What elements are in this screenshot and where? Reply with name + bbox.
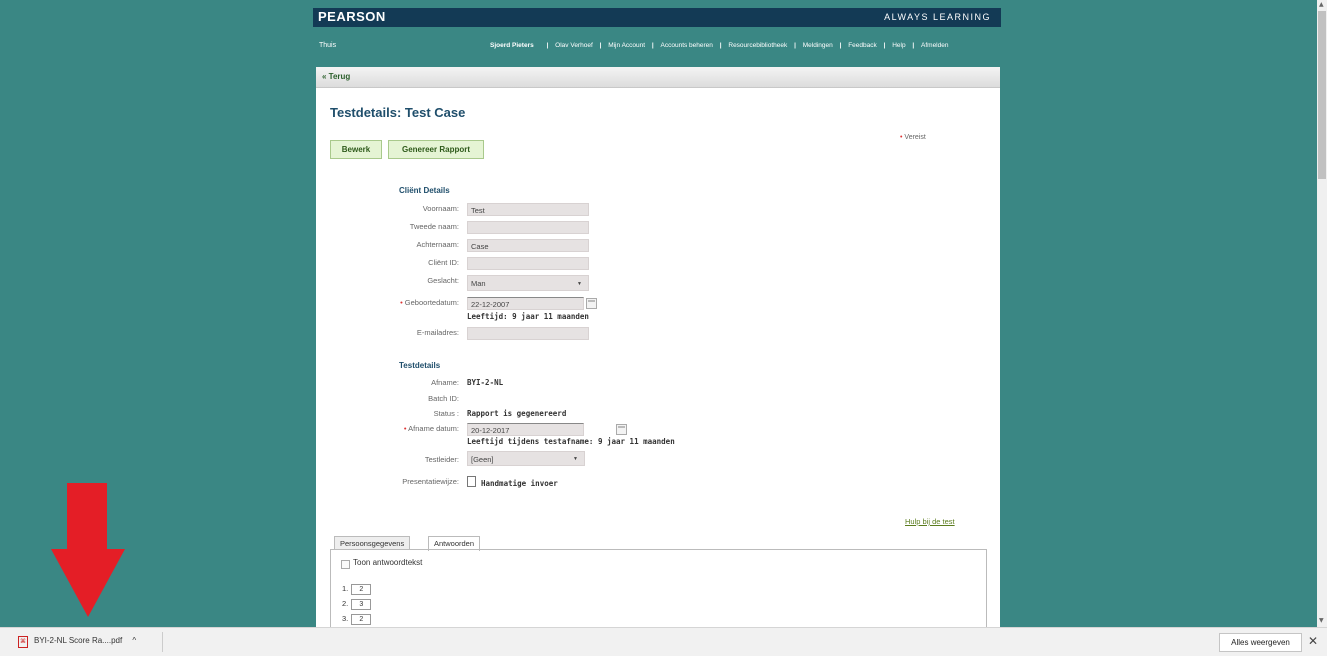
vertical-scrollbar[interactable]: ▲ ▼	[1317, 0, 1327, 627]
test-details-heading: Testdetails	[399, 361, 441, 370]
status-value: Rapport is gegenereerd	[467, 409, 567, 418]
page-title: Testdetails: Test Case	[330, 105, 466, 120]
back-link[interactable]: « Terug	[322, 72, 350, 81]
content-panel: « Terug Testdetails: Test Case • Vereist…	[316, 67, 1000, 641]
status-label: Status :	[433, 409, 459, 418]
examiner-label: Testleider:	[424, 455, 459, 464]
brand-bar: PEARSON ALWAYS LEARNING	[313, 8, 1001, 27]
help-link[interactable]: Hulp bij de test	[905, 517, 955, 526]
nav-meldingen[interactable]: Meldingen	[803, 42, 833, 49]
answer-item: 1. 2	[342, 584, 372, 595]
scrollbar-thumb[interactable]	[1318, 11, 1326, 179]
email-field[interactable]	[467, 327, 589, 340]
scroll-down-icon[interactable]: ▼	[1319, 617, 1324, 624]
test-date-label: • Afname datum:	[403, 424, 459, 433]
red-arrow-icon	[51, 549, 125, 617]
examiner-select[interactable]: [Geen]	[467, 451, 585, 467]
client-id-label: Cliënt ID:	[428, 258, 459, 267]
age-at-test-text: Leeftijd tijdens testafname: 9 jaar 11 m…	[467, 437, 675, 446]
calendar-icon[interactable]	[616, 424, 627, 435]
download-filename: BYI-2-NL Score Ra....pdf	[34, 636, 123, 645]
document-icon	[467, 476, 476, 487]
nav-olav-verhoef[interactable]: Olav Verhoef	[555, 42, 593, 49]
show-answer-text-checkbox[interactable]	[341, 560, 350, 569]
pdf-icon: ⌘	[18, 636, 28, 648]
scroll-up-icon[interactable]: ▲	[1319, 1, 1324, 8]
show-answer-text-label: Toon antwoordtekst	[353, 558, 423, 567]
edit-button[interactable]: Bewerk	[330, 140, 382, 159]
nav-feedback[interactable]: Feedback	[848, 42, 877, 49]
answer-field[interactable]: 2	[351, 584, 372, 595]
nav-mijn-account[interactable]: Mijn Account	[608, 42, 645, 49]
first-name-field[interactable]: Test	[467, 203, 589, 216]
panel-header: « Terug	[316, 67, 1000, 88]
gender-select[interactable]: Man	[467, 275, 589, 292]
presentation-mode-value: Handmatige invoer	[467, 476, 558, 488]
divider	[162, 632, 163, 652]
calendar-icon[interactable]	[586, 298, 597, 309]
answer-item: 3. 2	[342, 614, 372, 625]
nav-resourcebibliotheek[interactable]: Resourcebibliotheek	[728, 42, 787, 49]
answer-field[interactable]: 3	[351, 599, 372, 610]
download-item[interactable]: ⌘ BYI-2-NL Score Ra....pdf ^	[18, 636, 136, 648]
download-bar: ⌘ BYI-2-NL Score Ra....pdf ^ Alles weerge…	[0, 627, 1327, 656]
afname-value: BYI-2-NL	[467, 378, 504, 387]
answer-field[interactable]: 2	[351, 614, 372, 625]
brand-tagline: ALWAYS LEARNING	[884, 12, 991, 22]
batch-id-label: Batch ID:	[428, 394, 459, 403]
test-date-field[interactable]: 20-12-2017	[467, 423, 584, 436]
top-nav: Sjoerd Pieters | Olav Verhoef | Mijn Acc…	[490, 42, 949, 49]
brand-logo: PEARSON	[318, 9, 386, 24]
tab-persoonsgegevens[interactable]: Persoonsgegevens	[334, 536, 411, 550]
dob-label: • Geboortedatum:	[400, 298, 459, 307]
show-all-button[interactable]: Alles weergeven	[1219, 633, 1302, 652]
age-text: Leeftijd: 9 jaar 11 maanden	[467, 312, 589, 321]
close-icon[interactable]: ✕	[1308, 634, 1318, 648]
required-note: • Vereist	[900, 134, 926, 141]
chevron-up-icon[interactable]: ^	[132, 636, 136, 645]
nav-help[interactable]: Help	[892, 42, 905, 49]
middle-name-label: Tweede naam:	[409, 222, 459, 231]
email-label: E-mailadres:	[416, 328, 459, 337]
answer-item: 2. 3	[342, 599, 372, 610]
last-name-label: Achternaam:	[416, 240, 459, 249]
generate-report-button[interactable]: Genereer Rapport	[388, 140, 484, 159]
dob-field[interactable]: 22-12-2007	[467, 297, 584, 310]
nav-afmelden[interactable]: Afmelden	[921, 42, 948, 49]
red-arrow-shaft	[67, 483, 107, 551]
client-id-field[interactable]	[467, 257, 589, 270]
client-details-heading: Cliënt Details	[399, 186, 450, 195]
nav-accounts-beheren[interactable]: Accounts beheren	[661, 42, 713, 49]
gender-label: Geslacht:	[427, 276, 459, 285]
presentation-mode-label: Presentatiewijze:	[402, 477, 459, 486]
middle-name-field[interactable]	[467, 221, 589, 234]
home-link[interactable]: Thuis	[319, 42, 336, 49]
user-name: Sjoerd Pieters	[490, 42, 534, 49]
first-name-label: Voornaam:	[422, 204, 459, 213]
afname-label: Afname:	[431, 378, 459, 387]
last-name-field[interactable]: Case	[467, 239, 589, 252]
